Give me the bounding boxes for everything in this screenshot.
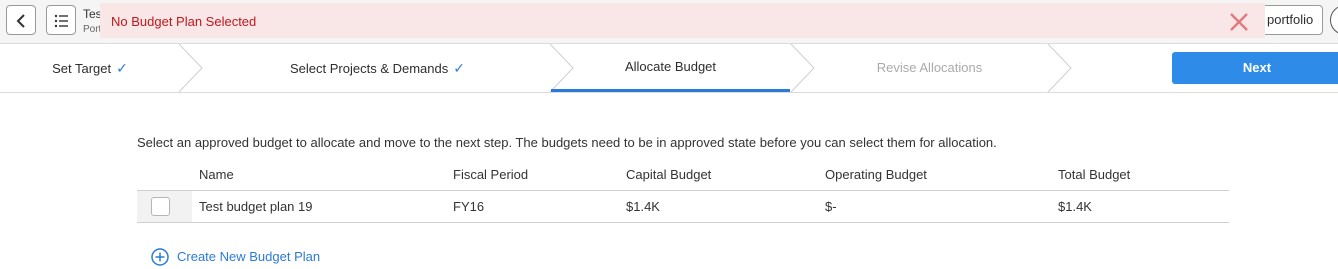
chevron-left-icon: [16, 14, 25, 28]
step-allocate-budget[interactable]: Allocate Budget: [551, 44, 790, 92]
cell-operating-budget: $-: [825, 199, 837, 214]
cell-total-budget: $1.4K: [1058, 199, 1092, 214]
list-icon: [54, 14, 68, 28]
column-header-name[interactable]: Name: [199, 167, 234, 182]
cell-name: Test budget plan 19: [199, 199, 313, 214]
row-select-cell: [137, 191, 192, 222]
next-button[interactable]: Next: [1172, 52, 1338, 84]
column-header-capital-budget[interactable]: Capital Budget: [626, 167, 711, 182]
more-options-button[interactable]: [1330, 5, 1338, 35]
cell-fiscal-period: FY16: [453, 199, 485, 214]
step-label: Select Projects & Demands: [290, 61, 449, 76]
row-select-checkbox[interactable]: [151, 197, 170, 216]
header-divider: [137, 190, 1229, 191]
cell-capital-budget: $1.4K: [626, 199, 660, 214]
step-label: Set Target: [52, 61, 112, 76]
error-message: No Budget Plan Selected: [111, 14, 257, 29]
checkmark-icon: ✓: [453, 60, 465, 76]
back-button[interactable]: [6, 5, 36, 35]
step-chevron-icon: [178, 44, 203, 92]
close-x-icon[interactable]: [1228, 11, 1250, 33]
step-revise-allocations: Revise Allocations: [817, 44, 1042, 92]
row-divider: [137, 222, 1229, 223]
step-select-projects[interactable]: Select Projects & Demands ✓: [205, 44, 550, 92]
record-header: Test Portfolio portfolio No Budget Plan …: [0, 0, 1338, 44]
instructions-text: Select an approved budget to allocate an…: [137, 135, 997, 150]
plus-circle-icon: [151, 248, 169, 266]
step-label: Allocate Budget: [624, 59, 717, 74]
create-link-label: Create New Budget Plan: [177, 249, 321, 264]
step-label: Revise Allocations: [876, 60, 983, 75]
column-header-fiscal-period[interactable]: Fiscal Period: [453, 167, 528, 182]
step-set-target[interactable]: Set Target ✓: [0, 44, 180, 92]
wizard-steps: Set Target ✓ Select Projects & Demands ✓ A…: [0, 44, 1338, 93]
context-menu-button[interactable]: [46, 5, 76, 35]
column-header-operating-budget[interactable]: Operating Budget: [825, 167, 927, 182]
step-chevron-icon: [1047, 44, 1072, 92]
checkmark-icon: ✓: [116, 60, 128, 76]
step-chevron-icon: [790, 44, 815, 92]
portfolio-button[interactable]: portfolio: [1257, 5, 1324, 35]
column-header-total-budget[interactable]: Total Budget: [1058, 167, 1130, 182]
error-banner: No Budget Plan Selected: [100, 3, 1265, 38]
